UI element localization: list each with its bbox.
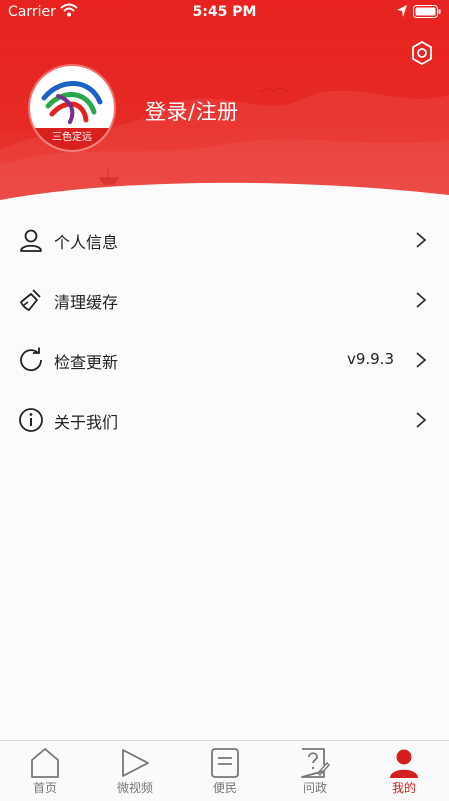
tab-home[interactable]: 首页	[0, 741, 90, 801]
chevron-right-icon	[416, 232, 427, 248]
settings-menu: 个人信息 清理缓存 检查更新 v9.9.3 关于我们	[0, 210, 449, 450]
menu-item-label: 个人信息	[54, 233, 119, 252]
tab-convenience[interactable]: 便民	[180, 741, 270, 801]
battery-icon	[413, 5, 441, 18]
broom-icon	[20, 289, 41, 311]
info-icon	[19, 408, 43, 432]
person-icon	[390, 749, 418, 778]
menu-item-check-update[interactable]: 检查更新 v9.9.3	[0, 330, 449, 390]
tab-mine[interactable]: 我的	[359, 741, 449, 801]
chevron-right-icon	[416, 412, 427, 428]
logo-text: 三色定远	[30, 128, 114, 150]
status-time: 5:45 PM	[192, 4, 257, 20]
location-arrow-icon	[397, 5, 407, 17]
menu-item-label: 清理缓存	[54, 293, 119, 312]
version-value: v9.9.3	[346, 350, 394, 368]
status-bar: Carrier 5:45 PM	[0, 0, 449, 24]
tab-label: 微视频	[116, 781, 153, 795]
login-register-link[interactable]: 登录/注册	[145, 96, 239, 126]
profile-header: Carrier 5:45 PM 三色定远 登录/注册	[0, 0, 449, 205]
home-icon	[31, 748, 59, 778]
question-icon	[301, 748, 330, 778]
tab-label: 首页	[32, 781, 57, 795]
chevron-right-icon	[416, 292, 427, 308]
settings-button[interactable]	[407, 38, 437, 68]
chevron-right-icon	[416, 352, 427, 368]
avatar[interactable]: 三色定远	[30, 66, 114, 150]
gear-icon	[412, 40, 432, 66]
refresh-icon	[20, 347, 42, 372]
bottom-tab-bar: 首页 微视频 便民 问政 我的	[0, 740, 449, 801]
tab-label: 便民	[212, 781, 237, 795]
menu-item-clear-cache[interactable]: 清理缓存	[0, 270, 449, 330]
menu-item-about[interactable]: 关于我们	[0, 390, 449, 450]
tab-label: 我的	[391, 781, 416, 795]
document-icon	[211, 748, 239, 778]
menu-item-label: 检查更新	[54, 353, 119, 372]
menu-item-label: 关于我们	[54, 413, 119, 432]
tab-micro-video[interactable]: 微视频	[90, 741, 180, 801]
menu-item-profile[interactable]: 个人信息	[0, 210, 449, 270]
tab-label: 问政	[302, 781, 327, 795]
play-icon	[122, 749, 149, 777]
user-icon	[20, 229, 42, 252]
tab-inquiry[interactable]: 问政	[270, 741, 360, 801]
